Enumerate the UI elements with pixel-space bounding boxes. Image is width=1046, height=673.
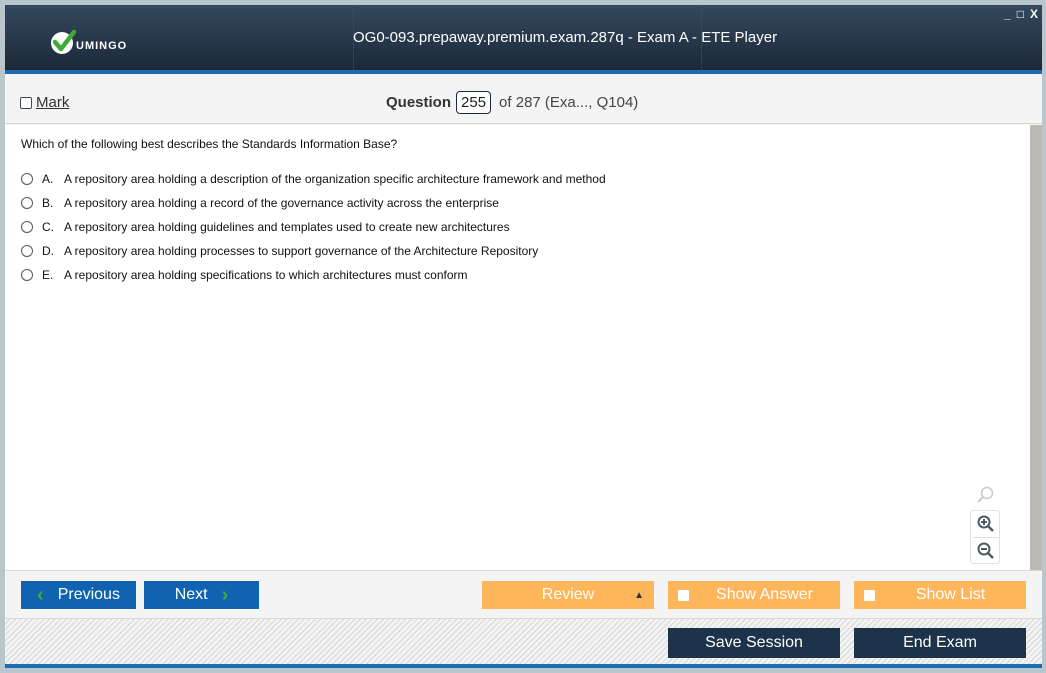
close-button[interactable]: X <box>1030 7 1038 21</box>
option-letter: E. <box>42 268 54 282</box>
answer-option-e[interactable]: E. A repository area holding specificati… <box>21 263 606 287</box>
show-answer-button[interactable]: Show Answer <box>668 581 840 609</box>
checkmark-logo-icon <box>50 28 78 56</box>
answer-options: A. A repository area holding a descripti… <box>21 167 606 287</box>
mark-label: Mark <box>36 94 70 111</box>
previous-label: Previous <box>57 586 120 603</box>
question-count: of 287 (Exa..., Q104) <box>499 94 639 111</box>
next-button[interactable]: Next › <box>144 581 259 609</box>
title-bar: UMINGO OG0-093.prepaway.premium.exam.287… <box>5 5 1042 74</box>
option-text: A repository area holding a record of th… <box>64 196 499 210</box>
radio-button[interactable] <box>21 173 33 185</box>
review-label: Review <box>541 586 595 603</box>
answer-option-b[interactable]: B. A repository area holding a record of… <box>21 191 606 215</box>
save-session-button[interactable]: Save Session <box>668 628 840 658</box>
minimize-button[interactable]: _ <box>1004 7 1011 21</box>
option-letter: A. <box>42 172 54 186</box>
option-letter: D. <box>42 244 54 258</box>
question-navigator: Question 255 of 287 (Exa..., Q104) <box>386 91 638 114</box>
answer-option-d[interactable]: D. A repository area holding processes t… <box>21 239 606 263</box>
checkbox-icon[interactable] <box>864 589 875 601</box>
mark-checkbox[interactable]: Mark <box>20 94 69 111</box>
option-text: A repository area holding guidelines and… <box>64 220 510 234</box>
question-content: Which of the following best describes th… <box>5 125 1030 570</box>
show-list-button[interactable]: Show List <box>854 581 1026 609</box>
chevron-left-icon: ‹ <box>37 583 44 606</box>
answer-option-c[interactable]: C. A repository area holding guidelines … <box>21 215 606 239</box>
question-number-input[interactable]: 255 <box>456 91 492 114</box>
radio-button[interactable] <box>21 245 33 257</box>
button-row: ‹ Previous Next › Review ▲ Show Answer S… <box>5 570 1042 618</box>
end-exam-button[interactable]: End Exam <box>854 628 1026 658</box>
logo-text: UMINGO <box>76 40 128 52</box>
footer-bar: Save Session End Exam <box>5 618 1042 664</box>
review-button[interactable]: Review ▲ <box>482 581 654 609</box>
zoom-tools <box>970 482 1000 564</box>
window-controls: _ □ X <box>1004 7 1038 21</box>
radio-button[interactable] <box>21 269 33 281</box>
triangle-up-icon: ▲ <box>634 589 644 601</box>
divider <box>701 5 702 74</box>
radio-button[interactable] <box>21 221 33 233</box>
zoom-out-icon[interactable] <box>973 537 999 563</box>
window-title: OG0-093.prepaway.premium.exam.287q - Exa… <box>353 29 778 46</box>
option-text: A repository area holding a description … <box>64 172 606 186</box>
question-label: Question <box>386 94 452 111</box>
option-letter: B. <box>42 196 54 210</box>
bottom-accent-line <box>5 664 1042 668</box>
question-text: Which of the following best describes th… <box>21 137 398 151</box>
radio-button[interactable] <box>21 197 33 209</box>
show-list-label: Show List <box>915 586 986 603</box>
previous-button[interactable]: ‹ Previous <box>21 581 136 609</box>
chevron-right-icon: › <box>221 583 229 606</box>
option-text: A repository area holding specifications… <box>64 268 468 282</box>
zoom-in-icon[interactable] <box>973 511 999 537</box>
maximize-button[interactable]: □ <box>1017 7 1024 21</box>
option-text: A repository area holding processes to s… <box>64 244 539 258</box>
magnifier-icon[interactable] <box>972 482 998 508</box>
show-answer-label: Show Answer <box>716 586 813 603</box>
answer-option-a[interactable]: A. A repository area holding a descripti… <box>21 167 606 191</box>
zoom-control-box <box>970 510 1000 564</box>
scrollbar[interactable] <box>1030 125 1042 570</box>
checkbox-icon[interactable] <box>20 96 32 109</box>
app-window: UMINGO OG0-093.prepaway.premium.exam.287… <box>5 5 1042 668</box>
option-letter: C. <box>42 220 54 234</box>
checkbox-icon[interactable] <box>678 589 689 601</box>
next-label: Next <box>174 586 208 603</box>
logo: UMINGO <box>50 27 127 57</box>
question-bar: Mark Question 255 of 287 (Exa..., Q104) <box>5 78 1042 124</box>
